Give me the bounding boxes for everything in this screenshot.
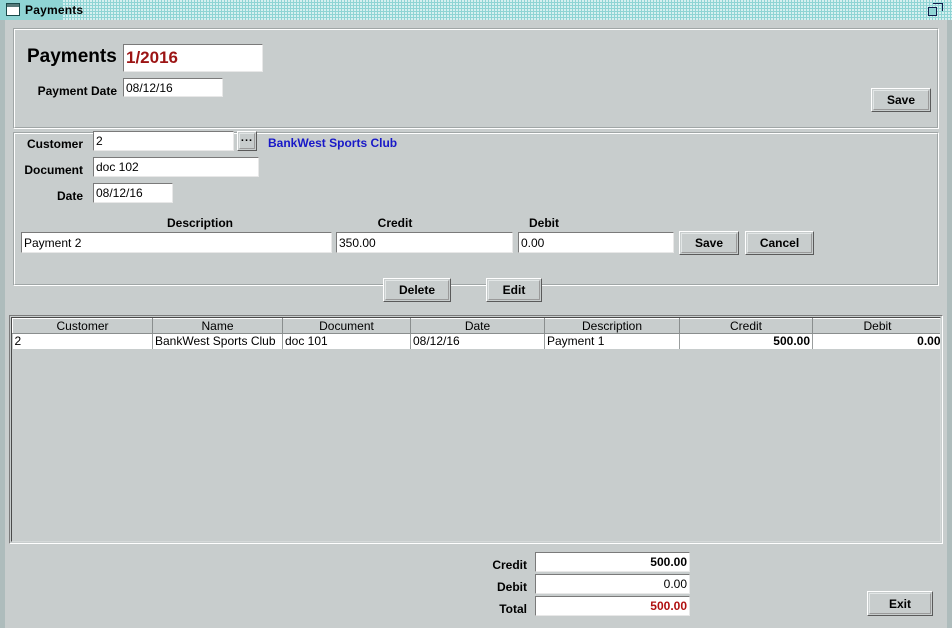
- table-row[interactable]: 2 BankWest Sports Club doc 101 08/12/16 …: [13, 334, 942, 349]
- column-header-credit[interactable]: Credit: [680, 319, 813, 334]
- exit-button[interactable]: Exit: [867, 591, 933, 616]
- entry-form-panel-bevel: [14, 133, 938, 285]
- customer-name-display: BankWest Sports Club: [268, 136, 397, 150]
- document-label: Document: [13, 163, 83, 177]
- payments-table-container[interactable]: Customer Name Document Date Description …: [9, 315, 943, 544]
- column-header-document[interactable]: Document: [283, 319, 411, 334]
- edit-button-label: Edit: [503, 283, 526, 297]
- credit-column-label: Credit: [335, 216, 455, 230]
- column-header-description[interactable]: Description: [545, 319, 680, 334]
- header-save-label: Save: [887, 93, 915, 107]
- header-save-button[interactable]: Save: [871, 88, 931, 112]
- title-bar: Payments: [0, 0, 952, 20]
- customer-browse-button[interactable]: ...: [237, 131, 257, 151]
- restore-front-shape: [928, 7, 937, 16]
- payments-table-viewport: Customer Name Document Date Description …: [11, 317, 941, 542]
- payments-table-header-row: Customer Name Document Date Description …: [13, 319, 942, 334]
- cell-debit: 0.00: [813, 334, 942, 349]
- customer-label: Customer: [13, 137, 83, 151]
- cell-name: BankWest Sports Club: [153, 334, 283, 349]
- grand-total-label: Total: [435, 602, 527, 616]
- grand-total-field: 500.00: [535, 596, 690, 616]
- cell-credit: 500.00: [680, 334, 813, 349]
- payment-date-field[interactable]: 08/12/16: [123, 78, 223, 97]
- cell-customer: 2: [13, 334, 153, 349]
- description-column-label: Description: [100, 216, 300, 230]
- debit-input[interactable]: 0.00: [518, 232, 674, 253]
- entry-save-label: Save: [695, 236, 723, 250]
- page-title: Payments: [27, 46, 117, 68]
- entry-date-input[interactable]: 08/12/16: [93, 183, 173, 203]
- customer-id-input[interactable]: 2: [93, 131, 234, 151]
- edit-button[interactable]: Edit: [486, 278, 542, 302]
- credit-input[interactable]: 350.00: [336, 232, 513, 253]
- payments-table-head: Customer Name Document Date Description …: [13, 319, 942, 334]
- entry-cancel-button[interactable]: Cancel: [745, 231, 814, 255]
- payment-date-label: Payment Date: [17, 84, 117, 98]
- delete-button[interactable]: Delete: [383, 278, 451, 302]
- entry-cancel-label: Cancel: [760, 236, 799, 250]
- payments-table-body: 2 BankWest Sports Club doc 101 08/12/16 …: [13, 334, 942, 349]
- debit-column-label: Debit: [529, 216, 559, 230]
- total-credit-label: Credit: [435, 558, 527, 572]
- column-header-date[interactable]: Date: [411, 319, 545, 334]
- entry-form-panel: [13, 132, 939, 286]
- exit-button-label: Exit: [889, 597, 911, 611]
- cell-date: 08/12/16: [411, 334, 545, 349]
- restore-window-icon[interactable]: [928, 3, 944, 17]
- delete-button-label: Delete: [399, 283, 435, 297]
- column-header-debit[interactable]: Debit: [813, 319, 942, 334]
- column-header-name[interactable]: Name: [153, 319, 283, 334]
- description-input[interactable]: Payment 2: [21, 232, 332, 253]
- payments-window: Payments Payments 1/2016 Payment Date 08…: [0, 0, 952, 628]
- entry-date-label: Date: [13, 189, 83, 203]
- period-field[interactable]: 1/2016: [123, 44, 263, 72]
- entry-save-button[interactable]: Save: [679, 231, 739, 255]
- cell-document: doc 101: [283, 334, 411, 349]
- customer-browse-label: ...: [241, 132, 253, 144]
- cell-description: Payment 1: [545, 334, 680, 349]
- column-header-customer[interactable]: Customer: [13, 319, 153, 334]
- window-title: Payments: [25, 2, 83, 18]
- window-icon: [6, 3, 20, 16]
- window-content: Payments 1/2016 Payment Date 08/12/16 Sa…: [5, 20, 947, 628]
- payments-table: Customer Name Document Date Description …: [12, 318, 941, 349]
- total-credit-field: 500.00: [535, 552, 690, 572]
- document-input[interactable]: doc 102: [93, 157, 259, 177]
- total-debit-field: 0.00: [535, 574, 690, 594]
- total-debit-label: Debit: [435, 580, 527, 594]
